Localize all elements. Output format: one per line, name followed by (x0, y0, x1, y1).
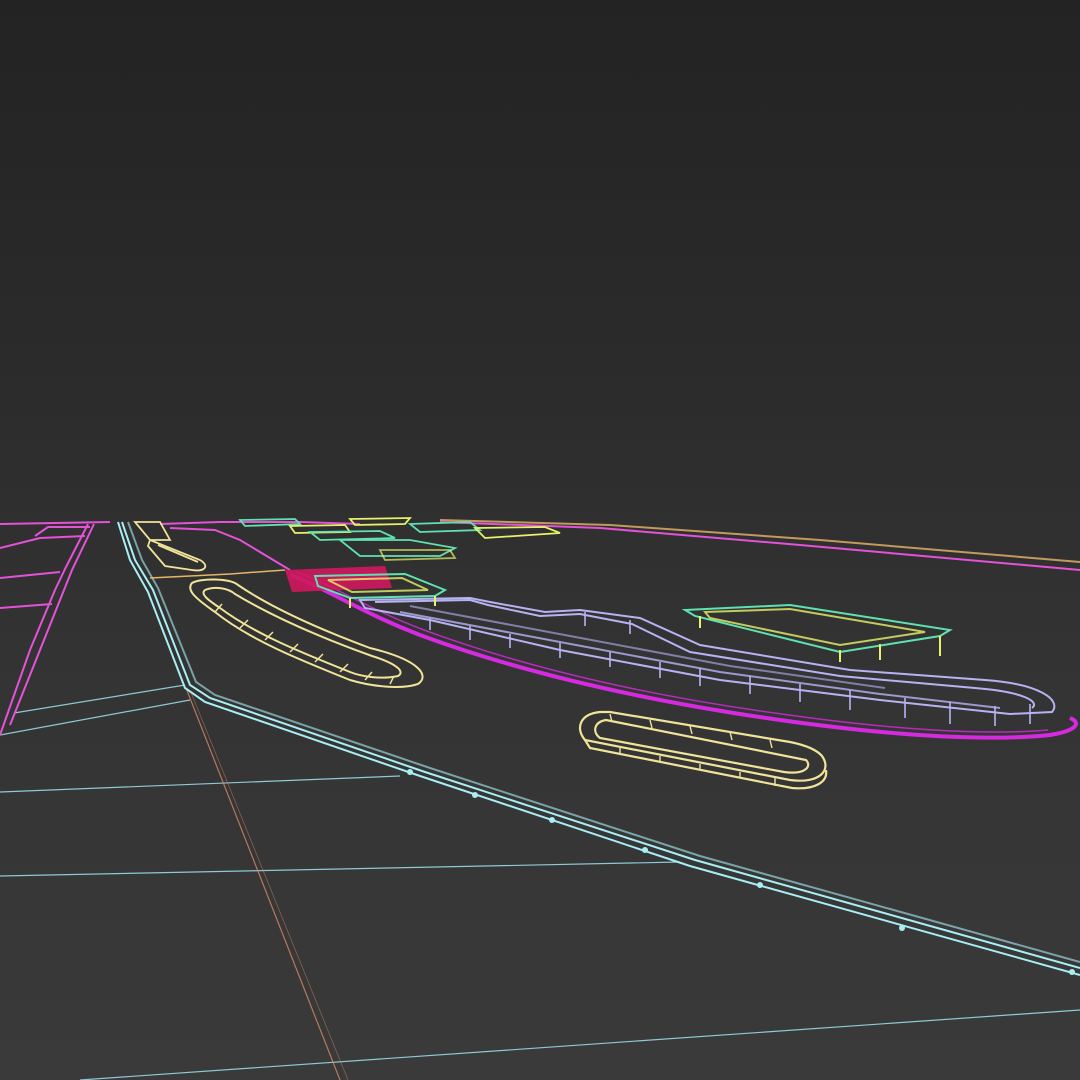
red-block-edge (150, 570, 285, 578)
rib (650, 720, 652, 728)
grid-line (0, 862, 680, 876)
rib (690, 726, 692, 734)
boundary-line (440, 522, 1080, 570)
road-edge (10, 524, 94, 725)
grid-line (0, 776, 400, 792)
track-outer (190, 579, 422, 686)
grid-line (14, 685, 185, 713)
road-edge (118, 522, 1080, 975)
wireframe-scene (0, 0, 1080, 1080)
road-edge (0, 572, 60, 578)
road-edge (170, 528, 290, 570)
ground-grid (0, 685, 1080, 1080)
3d-perspective-viewport[interactable] (0, 0, 1080, 1080)
marker-dot (899, 925, 905, 931)
platform-rail (410, 606, 885, 688)
marker-dot (407, 769, 413, 775)
main-road-boundary (118, 522, 1080, 975)
marker-dot (472, 792, 478, 798)
road-edge (0, 604, 52, 608)
far-block (475, 527, 560, 538)
track-inner (158, 545, 198, 562)
grid-line (0, 700, 190, 735)
yellow-curved-track (190, 579, 422, 686)
marker-dot (642, 847, 648, 853)
road-edge (0, 522, 110, 524)
road-edge (160, 522, 360, 524)
yellow-track-ribs (215, 604, 394, 684)
marker-dot (1069, 969, 1075, 975)
grid-line (80, 1010, 1080, 1080)
road-edge (122, 522, 1080, 968)
axis-line (190, 690, 348, 1080)
rib (770, 740, 772, 748)
track-inner (203, 588, 400, 678)
axis-line (186, 688, 340, 1080)
far-block (310, 531, 395, 540)
road-edge (0, 536, 85, 548)
middle-canopy (315, 574, 445, 608)
green-canopy (685, 605, 950, 662)
road-edge (128, 522, 1080, 962)
far-block (340, 540, 455, 556)
marker-dot (549, 817, 555, 823)
track-outline (148, 540, 205, 570)
marker-dot (757, 882, 763, 888)
yellow-pill-track (580, 712, 826, 788)
